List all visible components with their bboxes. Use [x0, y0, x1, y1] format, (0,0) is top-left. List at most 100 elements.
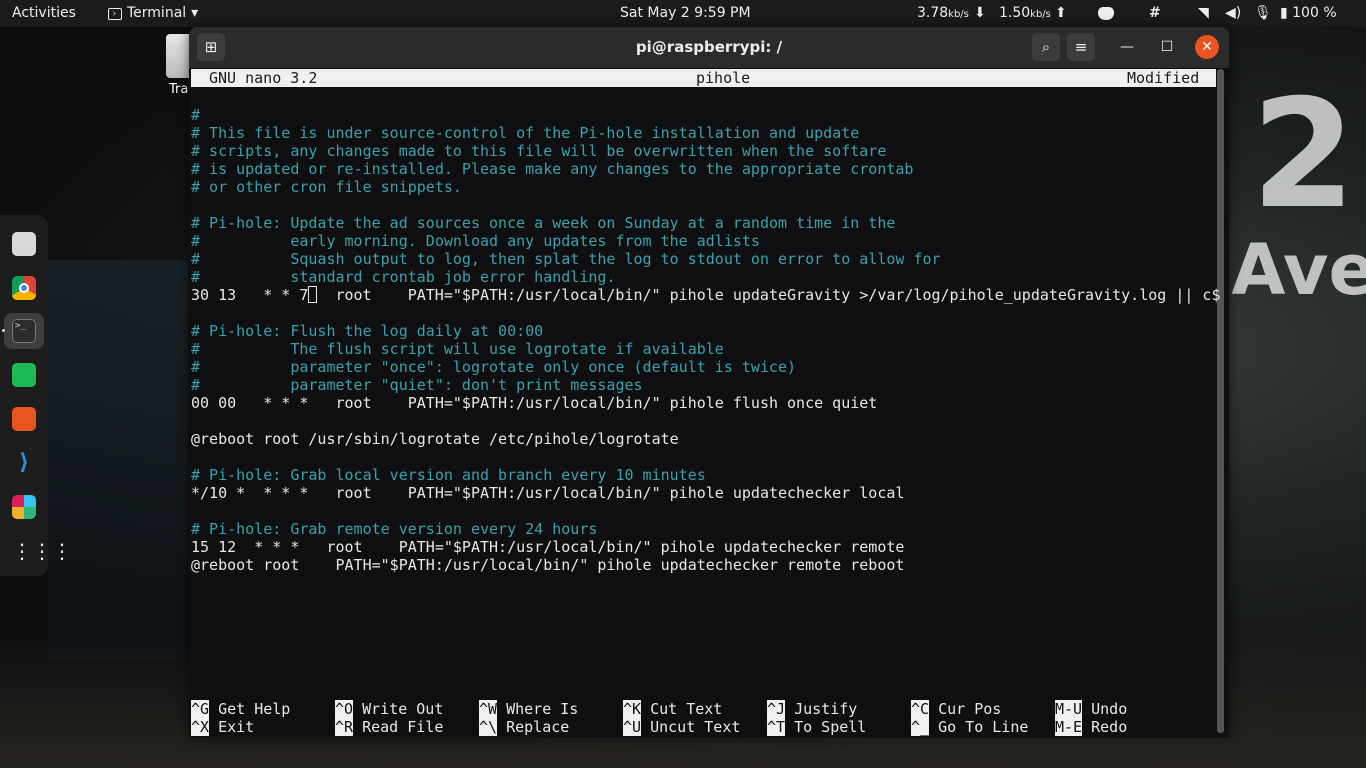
line-text: # Pi-hole: Update the ad sources once a … [191, 214, 896, 232]
clock[interactable]: Sat May 2 9:59 PM [620, 0, 751, 27]
code-line: @reboot root /usr/sbin/logrotate /etc/pi… [191, 430, 679, 448]
shortcut-key: ^K [623, 700, 642, 718]
shortcut-label: Read File [353, 718, 444, 736]
maximize-button[interactable]: ☐ [1155, 35, 1179, 59]
chevron-down-icon: ▾ [191, 5, 199, 21]
shortcut-key: ^J [767, 700, 786, 718]
running-indicator [2, 329, 5, 332]
shortcut-label: Get Help [209, 700, 291, 718]
shortcut-item[interactable]: ^C Cur Pos [911, 700, 1001, 718]
terminal-window: pi@raspberrypi: / ⊞ ⌕ ≡ — ☐ ✕ GNU nano 3… [189, 27, 1229, 737]
trash-icon[interactable] [166, 34, 190, 78]
nano-status: Modified [1127, 69, 1200, 87]
wifi-icon[interactable]: ◥ [1198, 0, 1209, 27]
minimize-button[interactable]: — [1115, 35, 1139, 59]
shortcut-key: M-E [1055, 718, 1083, 736]
shortcut-item[interactable]: ^K Cut Text [623, 700, 722, 718]
shortcut-item[interactable]: M-E Redo [1055, 718, 1127, 736]
battery-indicator[interactable]: ▮ 100 % [1280, 0, 1337, 27]
comment-line: # Pi-hole: Update the ad sources once a … [191, 214, 895, 232]
shortcut-label: Cur Pos [929, 700, 1002, 718]
shortcut-key: ^G [191, 700, 210, 718]
upload-rate: 1.50kb/s [999, 0, 1051, 27]
download-arrow-icon: ⬇ [974, 5, 986, 21]
comment-line: # or other cron file snippets. [191, 178, 462, 196]
shortcut-item[interactable]: ^\ Replace [479, 718, 569, 736]
scrollbar[interactable] [1217, 69, 1224, 733]
code-line: 15 12 * * * root PATH="$PATH:/usr/local/… [191, 538, 904, 556]
window-titlebar[interactable]: pi@raspberrypi: / ⊞ ⌕ ≡ — ☐ ✕ [189, 27, 1229, 68]
line-text: @reboot root /usr/sbin/logrotate /etc/pi… [191, 430, 679, 448]
line-text: @reboot root PATH="$PATH:/usr/local/bin/… [191, 556, 905, 574]
shortcut-item[interactable]: ^U Uncut Text [623, 718, 740, 736]
shortcut-key: ^C [911, 700, 930, 718]
terminal-dock-icon[interactable]: >_ [12, 319, 36, 343]
shortcut-key: ^O [335, 700, 354, 718]
close-button[interactable]: ✕ [1195, 35, 1219, 59]
vscode-icon[interactable]: ⟩ [12, 451, 36, 475]
files-icon[interactable] [12, 232, 36, 256]
comment-line: # This file is under source-control of t… [191, 124, 859, 142]
line-text: # [191, 106, 201, 124]
terminal-content[interactable]: GNU nano 3.2 pihole Modified # # This fil… [189, 68, 1229, 737]
upload-arrow-icon: ⬆ [1055, 5, 1067, 21]
spotify-icon[interactable] [12, 363, 36, 387]
shortcut-label: Uncut Text [641, 718, 741, 736]
line-text: 30 13 * * 7 [191, 286, 309, 304]
nano-version: GNU nano 3.2 [209, 69, 318, 87]
shortcut-item[interactable]: ^R Read File [335, 718, 443, 736]
line-text: 15 12 * * * root PATH="$PATH:/usr/local/… [191, 538, 905, 556]
volume-icon[interactable]: ◀) [1225, 0, 1241, 27]
shortcut-label: Write Out [353, 700, 444, 718]
comment-line: # Pi-hole: Grab local version and branch… [191, 466, 706, 484]
shortcut-item[interactable]: ^G Get Help [191, 700, 290, 718]
shortcut-key: ^_ [911, 718, 930, 736]
shortcut-label: Go To Line [929, 718, 1029, 736]
slack-icon[interactable] [12, 495, 36, 519]
new-tab-button[interactable]: ⊞ [197, 33, 225, 61]
line-text: # Pi-hole: Grab local version and branch… [191, 466, 706, 484]
shortcut-item[interactable]: ^X Exit [191, 718, 254, 736]
line-text: # or other cron file snippets. [191, 178, 462, 196]
line-text: */10 * * * * root PATH="$PATH:/usr/local… [191, 484, 905, 502]
slack-tray-icon[interactable]: # [1149, 0, 1161, 27]
line-text: # Pi-hole: Flush the log daily at 00:00 [191, 322, 544, 340]
shortcut-label: Justify [785, 700, 858, 718]
line-text: # The flush script will use logrotate if… [191, 340, 724, 358]
discord-tray-icon[interactable] [1098, 7, 1114, 20]
comment-line: # early morning. Download any updates fr… [191, 232, 760, 250]
download-rate: 3.78kb/s [917, 0, 969, 27]
search-button[interactable]: ⌕ [1032, 33, 1060, 61]
shortcut-item[interactable]: M-U Undo [1055, 700, 1127, 718]
shortcut-key: ^T [767, 718, 786, 736]
shortcut-key: ^\ [479, 718, 498, 736]
dock: >_ ⟩ ⋮⋮⋮ [0, 215, 72, 576]
shortcut-item[interactable]: ^_ Go To Line [911, 718, 1028, 736]
chrome-icon[interactable] [12, 276, 36, 300]
shortcut-item[interactable]: ^O Write Out [335, 700, 443, 718]
shortcut-item[interactable]: ^W Where Is [479, 700, 578, 718]
software-store-icon[interactable] [12, 407, 36, 431]
shortcut-item[interactable]: ^T To Spell [767, 718, 866, 736]
wallpaper-pillar [48, 260, 188, 660]
activities-button[interactable]: Activities [12, 0, 76, 27]
shortcut-label: Where Is [497, 700, 579, 718]
shortcut-label: Cut Text [641, 700, 723, 718]
shortcut-key: M-U [1055, 700, 1083, 718]
microphone-icon[interactable]: 🎙 [1254, 0, 1272, 27]
shortcut-key: ^W [479, 700, 498, 718]
line-text: # standard crontab job error handling. [191, 268, 616, 286]
shortcut-item[interactable]: ^J Justify [767, 700, 857, 718]
menu-button[interactable]: ≡ [1067, 33, 1095, 61]
comment-line: # standard crontab job error handling. [191, 268, 615, 286]
line-text: # Squash output to log, then splat the l… [191, 250, 941, 268]
comment-line: # Pi-hole: Grab remote version every 24 … [191, 520, 597, 538]
app-menu[interactable]: Terminal ▾ [108, 0, 198, 27]
shortcut-label: Undo [1082, 700, 1128, 718]
top-bar: Activities Terminal ▾ Sat May 2 9:59 PM … [0, 0, 1366, 27]
show-applications-icon[interactable]: ⋮⋮⋮ [12, 539, 72, 563]
comment-line: # The flush script will use logrotate if… [191, 340, 724, 358]
comment-line: # [191, 106, 200, 124]
shortcut-label: Exit [209, 718, 255, 736]
comment-line: # Squash output to log, then splat the l… [191, 250, 941, 268]
